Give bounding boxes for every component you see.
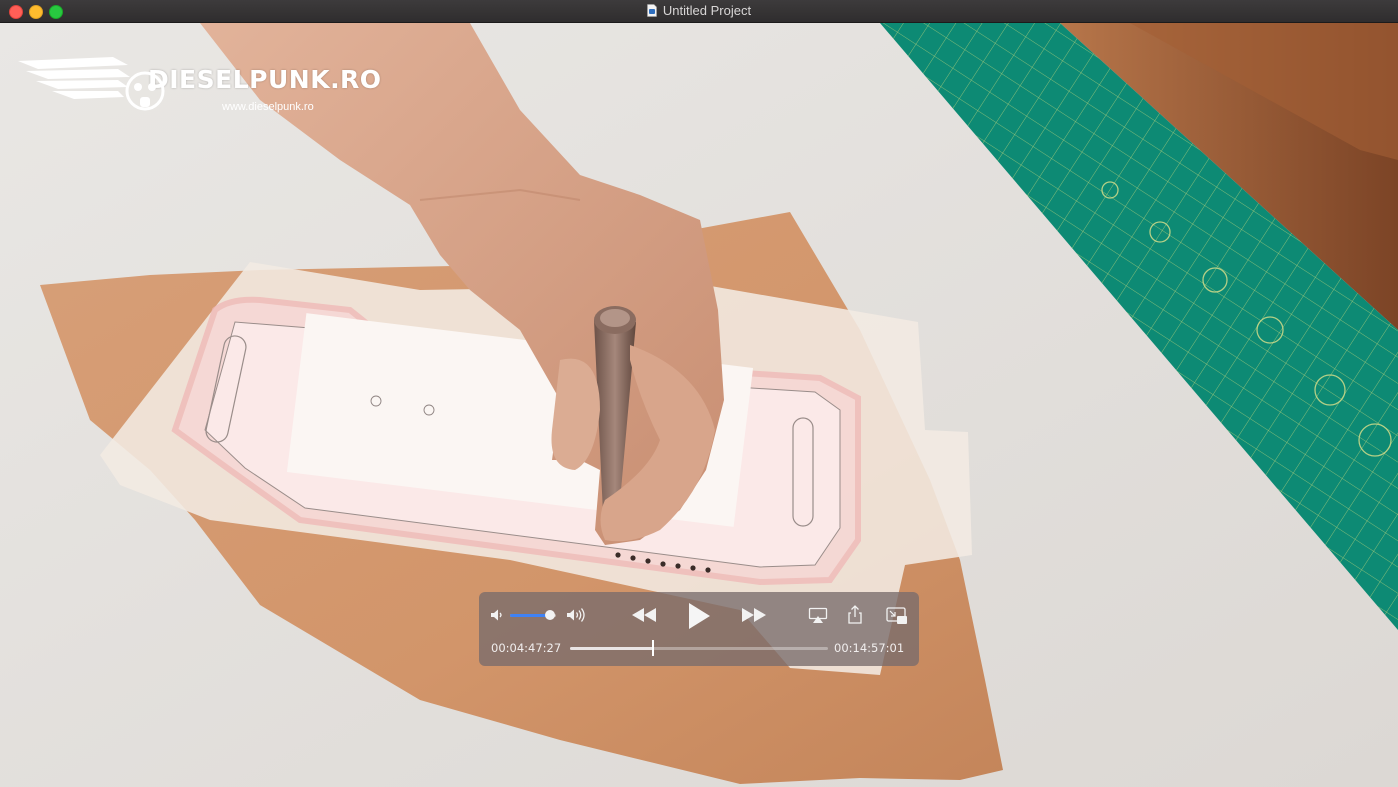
current-time: 00:04:47:27 bbox=[491, 641, 562, 655]
volume-slider-fill bbox=[510, 614, 551, 617]
winged-gasmask-logo-icon bbox=[18, 57, 165, 111]
speaker-low-icon[interactable] bbox=[490, 608, 504, 622]
title-bar[interactable]: Untitled Project bbox=[0, 0, 1398, 23]
document-icon bbox=[647, 4, 657, 17]
total-duration: 00:14:57:01 bbox=[834, 641, 905, 655]
play-icon[interactable] bbox=[686, 602, 712, 630]
timeline-played bbox=[570, 647, 653, 650]
airplay-icon[interactable] bbox=[808, 607, 828, 624]
video-scene bbox=[0, 23, 1398, 787]
speaker-high-icon[interactable] bbox=[566, 607, 588, 623]
video-frame[interactable]: DIESELPUNK.RO www.dieselpunk.ro bbox=[0, 23, 1398, 787]
share-icon[interactable] bbox=[847, 605, 863, 624]
watermark-brand: DIESELPUNK.RO bbox=[148, 65, 382, 94]
volume-slider[interactable] bbox=[510, 610, 556, 620]
picture-in-picture-icon[interactable] bbox=[886, 607, 908, 625]
rewind-icon[interactable] bbox=[630, 606, 658, 624]
watermark-url: www.dieselpunk.ro bbox=[222, 101, 314, 113]
fast-forward-icon[interactable] bbox=[740, 606, 768, 624]
timeline-scrubber[interactable] bbox=[570, 640, 828, 656]
quicktime-window: Untitled Project DIESELPUNK.RO www.diese… bbox=[0, 0, 1398, 787]
window-title: Untitled Project bbox=[0, 0, 1398, 22]
playhead[interactable] bbox=[651, 640, 654, 656]
window-title-text: Untitled Project bbox=[662, 3, 752, 18]
